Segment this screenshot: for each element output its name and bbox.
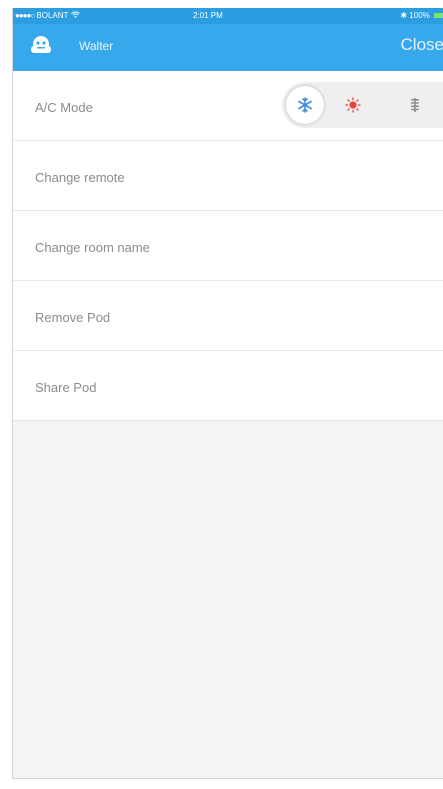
nav-title: Walter — [79, 39, 114, 53]
status-carrier-group: ●●●●○ BOLANT — [15, 11, 80, 20]
remove-pod-label: Remove Pod — [35, 310, 111, 325]
ac-mode-label: A/C Mode — [35, 100, 93, 115]
snowflake-icon — [298, 97, 312, 113]
nav-bar: Walter Close — [13, 24, 443, 71]
menu-row-change-room-name[interactable]: Change room name — [13, 211, 443, 281]
sun-icon — [345, 97, 361, 113]
fan-icon — [411, 98, 419, 112]
status-battery: 100% — [409, 11, 430, 20]
status-time: 2:01 PM — [193, 11, 223, 20]
pod-avatar-icon — [30, 35, 52, 55]
share-pod-label: Share Pod — [35, 380, 97, 395]
status-bar: ●●●●○ BOLANT 2:01 PM ✱ 100% — [13, 8, 443, 24]
bluetooth-icon: ✱ — [400, 11, 408, 20]
ac-mode-selector — [282, 82, 443, 128]
menu-row-remove-pod[interactable]: Remove Pod — [13, 281, 443, 351]
menu-row-change-remote[interactable]: Change remote — [13, 141, 443, 211]
cool-mode-button[interactable] — [286, 86, 324, 124]
change-room-name-label: Change room name — [35, 240, 150, 255]
menu-row-ac-mode: A/C Mode — [13, 71, 443, 141]
menu-row-share-pod[interactable]: Share Pod — [13, 351, 443, 420]
status-battery-group: ✱ 100% — [400, 11, 443, 20]
wifi-icon — [70, 11, 80, 20]
app-frame: ●●●●○ BOLANT 2:01 PM ✱ 100% Walter Close… — [12, 8, 443, 779]
status-carrier: BOLANT — [36, 11, 69, 20]
fan-mode-button[interactable] — [396, 86, 434, 124]
change-remote-label: Change remote — [35, 170, 125, 185]
settings-menu: A/C Mode Change remote Change room name … — [13, 71, 443, 421]
signal-strength-icon: ●●●●○ — [15, 11, 35, 20]
battery-icon — [434, 13, 443, 19]
heat-mode-button[interactable] — [334, 86, 372, 124]
close-button[interactable]: Close — [401, 35, 443, 55]
